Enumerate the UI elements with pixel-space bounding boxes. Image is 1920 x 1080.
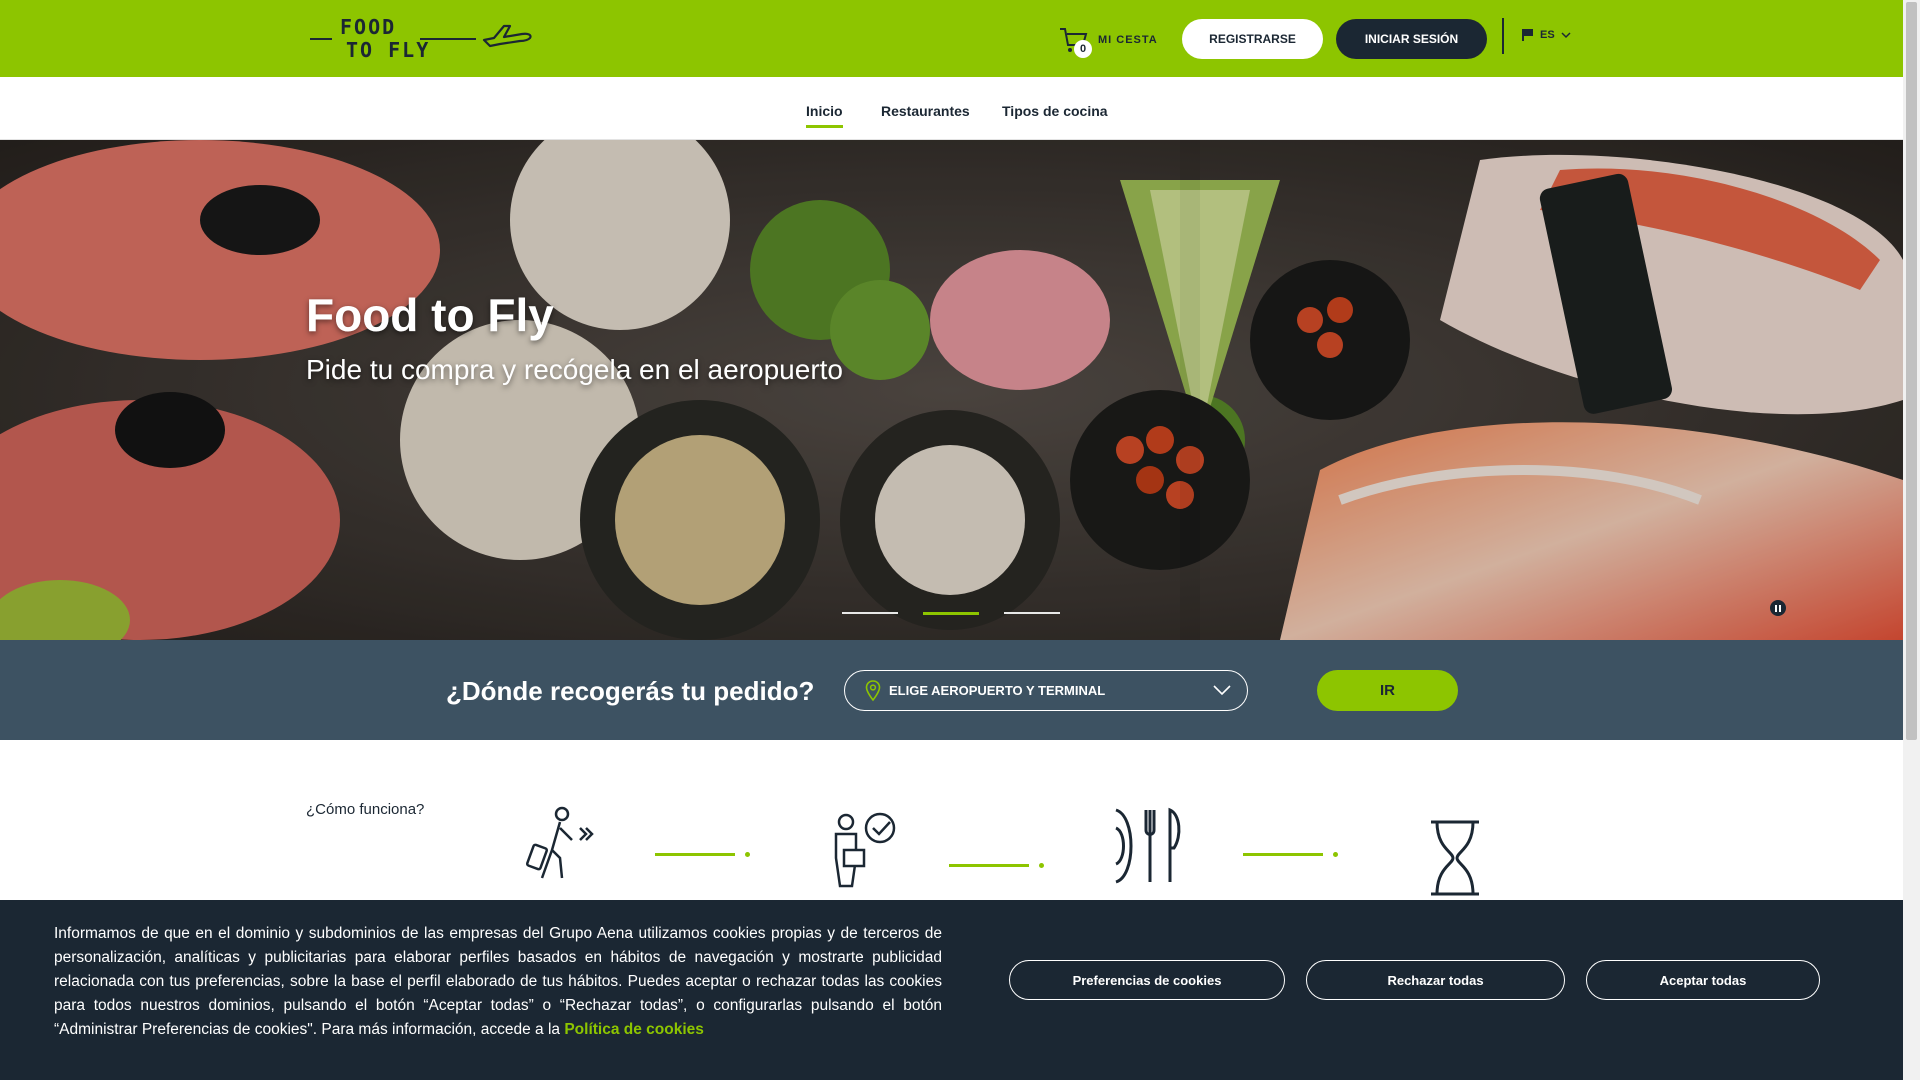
header-divider	[1502, 18, 1504, 54]
cart-button[interactable]: 0 MI CESTA	[1058, 22, 1158, 58]
step-connector	[655, 853, 735, 856]
main-nav: Inicio Restaurantes Tipos de cocina	[0, 77, 1903, 140]
walking-traveler-icon	[525, 806, 594, 879]
language-code: ES	[1540, 29, 1555, 41]
hourglass-icon	[1431, 820, 1479, 896]
airport-terminal-select[interactable]: ELIGE AEROPUERTO Y TERMINAL	[844, 670, 1248, 711]
nav-tipos-de-cocina[interactable]: Tipos de cocina	[1002, 103, 1108, 119]
person-check-icon	[834, 812, 896, 888]
top-header: FOOD TO FLY 0 MI CESTA REGISTRARSE INICI…	[0, 0, 1903, 77]
accept-all-cookies-button[interactable]: Aceptar todas	[1586, 960, 1820, 1000]
pause-icon-bar	[1775, 604, 1777, 612]
pickup-question: ¿Dónde recogerás tu pedido?	[446, 676, 815, 706]
logo-text: FOOD TO FLY	[340, 16, 430, 62]
cookie-preferences-button[interactable]: Preferencias de cookies	[1009, 960, 1285, 1000]
cart-count-badge: 0	[1074, 40, 1092, 58]
step-connector-dot	[1039, 863, 1044, 868]
go-button[interactable]: IR	[1317, 670, 1458, 711]
carousel-dot-2[interactable]	[923, 612, 979, 615]
step-connector	[949, 864, 1029, 867]
cookie-policy-link[interactable]: Política de cookies	[564, 1021, 704, 1038]
cart-label: MI CESTA	[1098, 34, 1158, 46]
pickup-search-band: ¿Dónde recogerás tu pedido? ELIGE AEROPU…	[0, 640, 1903, 740]
carousel-dot-3[interactable]	[1004, 612, 1060, 614]
hero-carousel: Food to Fly Pide tu compra y recógela en…	[0, 140, 1903, 640]
carousel-dot-1[interactable]	[842, 612, 898, 614]
register-button[interactable]: REGISTRARSE	[1182, 19, 1323, 59]
logo-line1: FOOD	[340, 15, 397, 39]
step-connector	[1243, 853, 1323, 856]
nav-restaurantes[interactable]: Restaurantes	[881, 103, 970, 119]
airport-select-placeholder: ELIGE AEROPUERTO Y TERMINAL	[889, 683, 1106, 698]
nav-inicio[interactable]: Inicio	[806, 103, 843, 128]
cookie-message: Informamos de que en el dominio y subdom…	[54, 925, 942, 1038]
page-scrollbar-thumb[interactable]	[1906, 2, 1917, 740]
login-button[interactable]: INICIAR SESIÓN	[1336, 19, 1487, 59]
airplane-icon	[482, 24, 532, 48]
chevron-down-icon	[1213, 685, 1231, 696]
pause-icon-bar	[1779, 604, 1781, 612]
plate-cutlery-icon	[1115, 807, 1181, 884]
logo-line-left	[310, 38, 332, 40]
pause-button[interactable]	[1770, 600, 1786, 616]
cookie-banner: Informamos de que en el dominio y subdom…	[0, 900, 1903, 1080]
how-it-works-label: ¿Cómo funciona?	[306, 801, 425, 818]
language-selector[interactable]: ES	[1522, 28, 1571, 42]
chevron-down-icon	[1561, 31, 1571, 38]
logo-line-right	[420, 38, 476, 40]
cookie-text: Informamos de que en el dominio y subdom…	[54, 922, 942, 1042]
logo-line2: TO FLY	[346, 38, 431, 62]
reject-all-cookies-button[interactable]: Rechazar todas	[1306, 960, 1565, 1000]
food-to-fly-logo[interactable]: FOOD TO FLY	[310, 16, 535, 62]
hero-title: Food to Fly	[306, 289, 554, 341]
step-connector-dot	[745, 852, 750, 857]
step-connector-dot	[1333, 852, 1338, 857]
location-pin-icon	[865, 679, 881, 701]
sushi-hero-image	[0, 140, 1903, 640]
hero-subtitle: Pide tu compra y recógela en el aeropuer…	[306, 354, 843, 385]
flag-icon	[1522, 29, 1533, 41]
